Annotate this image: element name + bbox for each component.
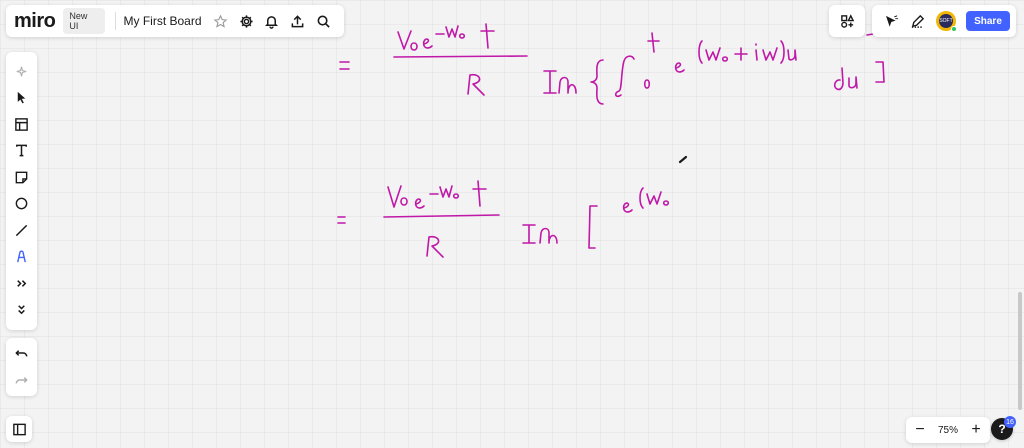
expand-icon[interactable] <box>9 297 35 324</box>
zoom-in-button[interactable]: + <box>968 422 984 438</box>
frames-list-icon <box>6 416 32 443</box>
new-ui-badge[interactable]: New UI <box>63 8 105 34</box>
search-icon[interactable] <box>310 8 336 34</box>
share-button[interactable]: Share <box>966 11 1010 31</box>
pen-reaction-icon[interactable] <box>904 8 930 34</box>
creation-toolbar <box>6 52 37 330</box>
more-tools-icon[interactable] <box>9 270 35 297</box>
board-canvas[interactable] <box>0 0 1024 448</box>
miro-logo[interactable]: miro <box>14 10 56 33</box>
templates-icon[interactable] <box>9 111 35 138</box>
shape-circle-icon[interactable] <box>9 191 35 218</box>
zoom-controls: − 75% + <box>906 417 990 443</box>
cursor-reaction-icon[interactable] <box>878 8 904 34</box>
upload-icon[interactable] <box>285 8 311 34</box>
pen-icon[interactable] <box>9 244 35 271</box>
notification-count-badge: 16 <box>1004 416 1016 428</box>
header-divider <box>114 12 116 30</box>
frames-panel-button[interactable] <box>6 416 32 442</box>
zoom-out-button[interactable]: − <box>912 422 928 438</box>
line-icon[interactable] <box>9 217 35 244</box>
user-avatar[interactable]: SOFT <box>936 11 957 32</box>
redo-icon[interactable] <box>9 367 35 394</box>
shapes-grid-icon[interactable] <box>834 8 860 34</box>
history-panel <box>6 338 37 396</box>
shapes-panel <box>829 5 865 37</box>
undo-icon[interactable] <box>9 340 35 367</box>
zoom-level[interactable]: 75% <box>938 425 958 436</box>
board-title[interactable]: My First Board <box>124 14 202 28</box>
sparkle-icon[interactable] <box>9 58 35 85</box>
bell-icon[interactable] <box>259 8 285 34</box>
settings-gear-icon[interactable] <box>233 8 259 34</box>
star-icon[interactable] <box>208 8 234 34</box>
board-header: miro New UI My First Board <box>6 5 344 37</box>
sticky-note-icon[interactable] <box>9 164 35 191</box>
vertical-scrollbar[interactable] <box>1018 292 1022 410</box>
online-status-dot <box>951 26 957 32</box>
collaboration-panel: SOFT Share <box>872 5 1016 37</box>
select-cursor-icon[interactable] <box>9 85 35 112</box>
text-icon[interactable] <box>9 138 35 165</box>
